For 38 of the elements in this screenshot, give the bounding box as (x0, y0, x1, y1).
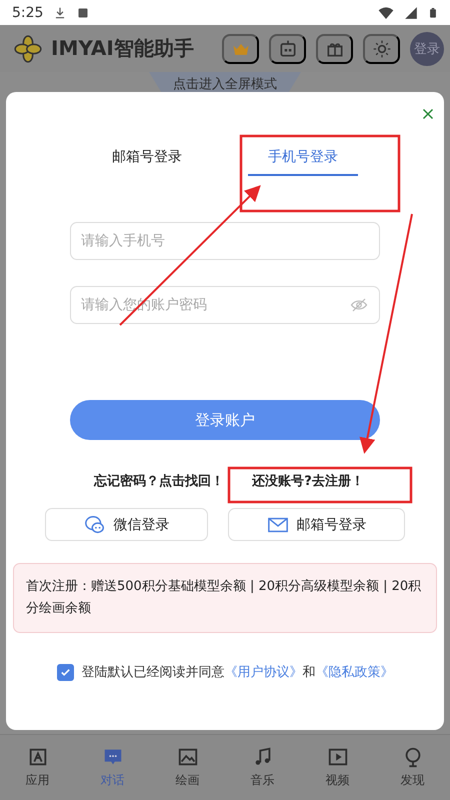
status-time: 5:25 (12, 4, 44, 20)
nav-tab[interactable]: 音乐 (225, 735, 300, 800)
wechat-login-button[interactable]: 微信登录 (45, 508, 208, 541)
video-icon (326, 746, 348, 768)
fullscreen-banner[interactable]: 点击进入全屏模式 (149, 72, 301, 92)
wechat-icon (84, 514, 106, 536)
robot-button[interactable] (269, 34, 306, 64)
register-link[interactable]: 还没账号?去注册！ (252, 472, 364, 490)
wifi-icon (378, 4, 394, 20)
nav-tab[interactable]: 绘画 (150, 735, 225, 800)
agreement-text: 登陆默认已经阅读并同意《用户协议》和《隐私政策》 (82, 664, 394, 681)
gift-button[interactable] (316, 34, 353, 64)
promo-notice: 首次注册：赠送500积分基础模型余额 | 20积分高级模型余额 | 20积分绘画余额 (13, 563, 437, 633)
login-button[interactable]: 登录 (410, 32, 444, 66)
notification-icon (77, 6, 90, 18)
forgot-password-link[interactable]: 忘记密码？点击找回！ (94, 472, 224, 490)
nav-tab[interactable]: 视频 (300, 735, 375, 800)
picture-frame-icon (176, 746, 198, 768)
phone-field[interactable]: 请输入手机号 (70, 222, 380, 260)
crown-button[interactable] (222, 34, 259, 64)
login-submit-button[interactable]: 登录账户 (70, 400, 380, 440)
sun-button[interactable] (363, 34, 400, 64)
privacy-policy-link[interactable]: 《隐私政策》 (316, 665, 394, 680)
signal-icon (404, 6, 418, 20)
nav-tab[interactable]: 发现 (375, 735, 450, 800)
sun-icon (372, 38, 392, 58)
checkmark-icon (60, 666, 70, 678)
email-login-button[interactable]: 邮箱号登录 (228, 508, 405, 541)
logo-icon (14, 34, 42, 62)
close-button[interactable] (420, 106, 436, 122)
robot-icon (278, 38, 298, 58)
close-icon (422, 108, 434, 120)
nav-tab[interactable]: 应用 (0, 735, 75, 800)
login-tab[interactable]: 手机号登录 (248, 144, 358, 176)
app-title: IMYAI智能助手 (51, 35, 195, 62)
agreement-checkbox[interactable] (56, 664, 74, 680)
login-tab[interactable]: 邮箱号登录 (92, 144, 202, 176)
user-agreement-link[interactable]: 《用户协议》 (224, 665, 302, 680)
